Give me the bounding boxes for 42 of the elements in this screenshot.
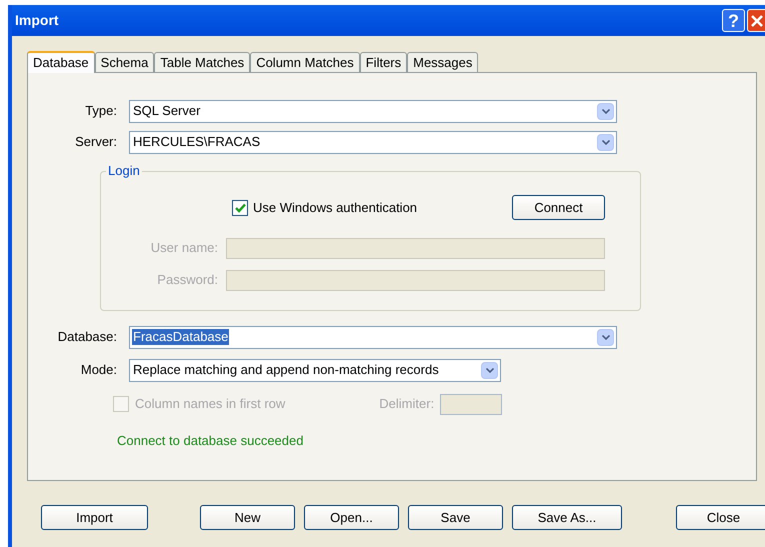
field-label: Password: xyxy=(157,272,218,287)
window-title: Import xyxy=(15,11,59,30)
dropdown-field[interactable]: FracasDatabase xyxy=(129,326,617,348)
field-label: Delimiter: xyxy=(379,396,434,411)
caret-icon xyxy=(602,140,610,144)
dropdown-field[interactable]: SQL Server xyxy=(129,100,617,122)
dialog-button[interactable]: Import xyxy=(41,505,148,530)
checkmark-icon xyxy=(234,202,246,212)
tab[interactable]: Table Matches xyxy=(154,52,250,72)
caret-icon xyxy=(486,368,494,372)
caret-icon xyxy=(602,334,610,340)
dialog-button[interactable]: Save As... xyxy=(512,505,622,530)
checkbox-label: Column names in first row xyxy=(135,395,286,414)
checkbox-label: Use Windows authentication xyxy=(253,198,418,217)
caret-icon xyxy=(602,108,610,114)
dropdown-button[interactable] xyxy=(597,134,614,150)
close-button[interactable] xyxy=(747,9,765,32)
tab[interactable]: Schema xyxy=(94,52,154,72)
tab[interactable]: Database xyxy=(27,51,95,73)
dropdown-button[interactable] xyxy=(481,362,498,378)
tab[interactable]: Messages xyxy=(407,52,478,72)
dropdown-button[interactable] xyxy=(597,102,614,120)
checkbox[interactable] xyxy=(232,200,248,216)
dialog-button[interactable]: Save xyxy=(408,505,503,530)
field-label: Database: xyxy=(58,329,117,344)
tab[interactable]: Column Matches xyxy=(250,52,360,72)
help-button[interactable]: ? xyxy=(722,9,745,32)
dropdown-button[interactable] xyxy=(597,328,614,346)
field-label: Server: xyxy=(75,134,117,149)
dialog-button[interactable]: Connect xyxy=(512,195,606,220)
dialog-button[interactable]: Close xyxy=(676,505,765,530)
field-label: User name: xyxy=(150,240,218,255)
field-label: Type: xyxy=(85,103,117,118)
dropdown-field[interactable]: HERCULES\FRACAS xyxy=(129,130,617,154)
field-label: Mode: xyxy=(80,362,117,377)
dropdown-field[interactable]: Replace matching and append non-matching records xyxy=(129,358,501,382)
status-message: Connect to database succeeded xyxy=(117,432,304,450)
group-title: Login xyxy=(106,163,142,179)
dialog-button[interactable]: New xyxy=(200,505,295,530)
tab[interactable]: Filters xyxy=(360,52,408,72)
close-icon xyxy=(750,14,764,28)
dialog-button[interactable]: Open... xyxy=(304,505,399,530)
